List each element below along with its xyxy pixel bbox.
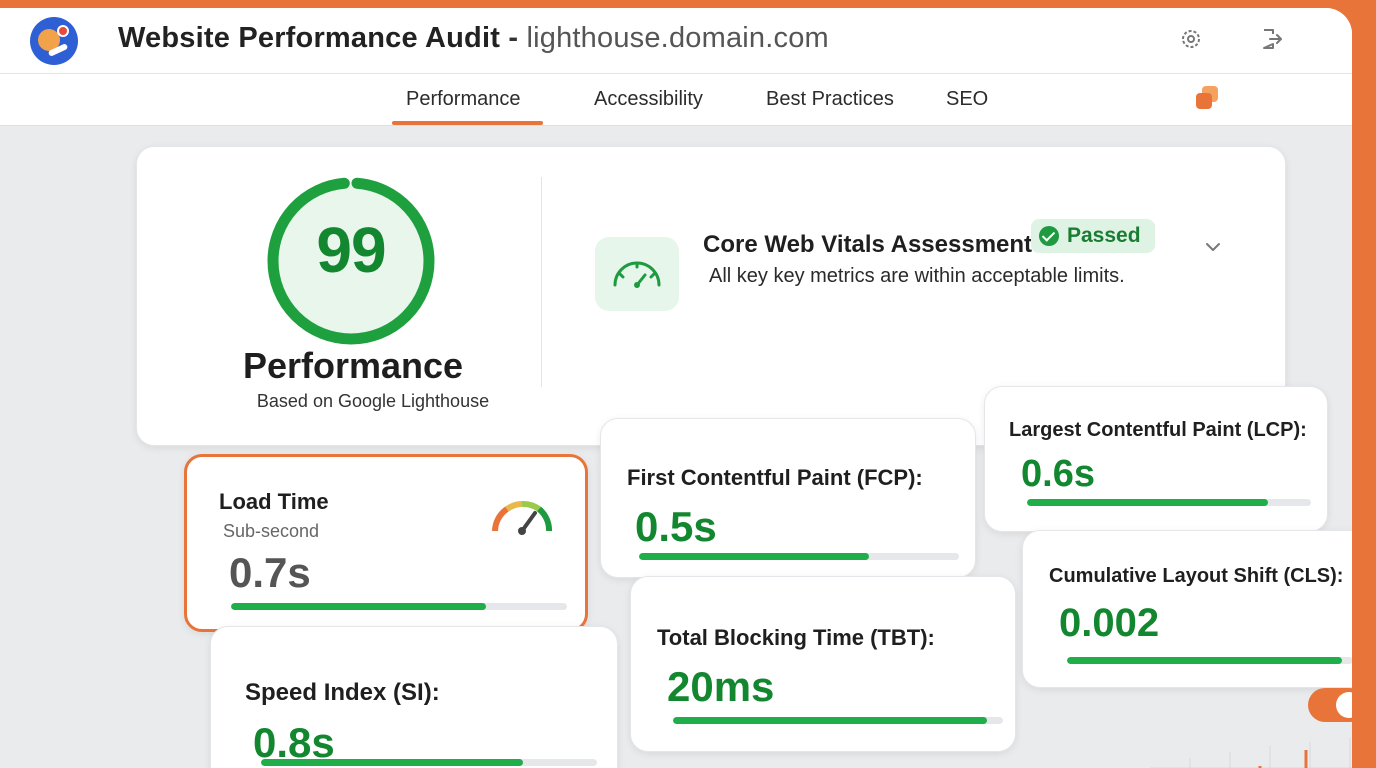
gauge-icon	[492, 500, 552, 535]
metric-label: Load Time	[219, 489, 329, 514]
tab-performance[interactable]: Performance	[392, 88, 542, 125]
cwv-title: Core Web Vitals Assessment	[703, 231, 1033, 258]
progress-track	[639, 553, 959, 560]
progress-fill	[639, 553, 870, 560]
metric-label: Cumulative Layout Shift (CLS):	[1049, 565, 1344, 587]
window-title: Website Performance Audit - lighthouse.d…	[118, 22, 829, 55]
metric-lcp[interactable]: Largest Contentful Paint (LCP): 0.6s	[984, 386, 1328, 532]
title-bar: Website Performance Audit - lighthouse.d…	[0, 8, 1352, 74]
status-badge: Passed	[1031, 219, 1155, 253]
title-domain: lighthouse.domain.com	[526, 22, 829, 54]
mini-chart-grid	[1150, 738, 1352, 768]
status-text: Passed	[1067, 224, 1141, 247]
metric-sublabel: Sub-second	[223, 521, 320, 541]
progress-fill	[231, 603, 487, 610]
metric-label: Largest Contentful Paint (LCP):	[1009, 419, 1307, 441]
source-label: Based on Google Lighthouse	[256, 391, 490, 411]
metric-value: 0.7s	[229, 549, 311, 596]
logo-icon	[30, 17, 78, 65]
check-icon	[1039, 226, 1059, 246]
metric-label: Total Blocking Time (TBT):	[657, 625, 935, 650]
category-label: Performance	[242, 345, 464, 386]
progress-fill	[673, 717, 987, 724]
metric-value: 0.5s	[635, 503, 717, 550]
toggle-knob	[1336, 692, 1352, 718]
progress-fill	[1027, 499, 1269, 506]
cwv-description: All key key metrics are within acceptabl…	[709, 265, 1125, 287]
progress-track	[1067, 657, 1352, 664]
progress-track	[231, 603, 567, 610]
metric-tbt[interactable]: Total Blocking Time (TBT): 20ms	[630, 576, 1016, 752]
progress-fill	[1067, 657, 1342, 664]
layers-icon[interactable]	[1194, 84, 1222, 112]
metric-value: 0.6s	[1021, 453, 1095, 495]
metric-value: 0.002	[1059, 601, 1160, 645]
progress-track	[673, 717, 1003, 724]
tab-best-practices[interactable]: Best Practices	[766, 88, 894, 111]
app-window: Website Performance Audit - lighthouse.d…	[0, 8, 1352, 768]
chevron-down-icon[interactable]	[1203, 237, 1223, 257]
progress-track	[261, 759, 597, 766]
metric-fcp[interactable]: First Contentful Paint (FCP): 0.5s	[600, 418, 976, 578]
metric-speed-index[interactable]: Speed Index (SI): 0.8s	[210, 626, 618, 768]
metric-cls[interactable]: Cumulative Layout Shift (CLS): 0.002	[1022, 530, 1352, 688]
tab-accessibility[interactable]: Accessibility	[594, 88, 703, 111]
progress-track	[1027, 499, 1311, 506]
divider	[541, 177, 542, 387]
metric-load-time[interactable]: Load Time Sub-second 0.7s	[184, 454, 588, 632]
performance-score: 99	[316, 214, 386, 286]
logout-icon[interactable]	[1258, 26, 1284, 52]
cwv-icon-tile	[595, 237, 679, 311]
metric-label: Speed Index (SI):	[245, 679, 440, 706]
speedometer-icon	[613, 261, 661, 288]
title-main: Website Performance Audit	[118, 22, 501, 54]
settings-icon[interactable]	[1178, 26, 1204, 52]
tab-seo[interactable]: SEO	[946, 88, 988, 111]
metric-value: 20ms	[667, 663, 775, 710]
toggle-switch[interactable]	[1308, 688, 1352, 722]
title-separator: -	[500, 22, 527, 54]
metric-label: First Contentful Paint (FCP):	[627, 465, 923, 490]
progress-fill	[261, 759, 524, 766]
tab-bar: Performance Accessibility Best Practices…	[0, 74, 1352, 126]
